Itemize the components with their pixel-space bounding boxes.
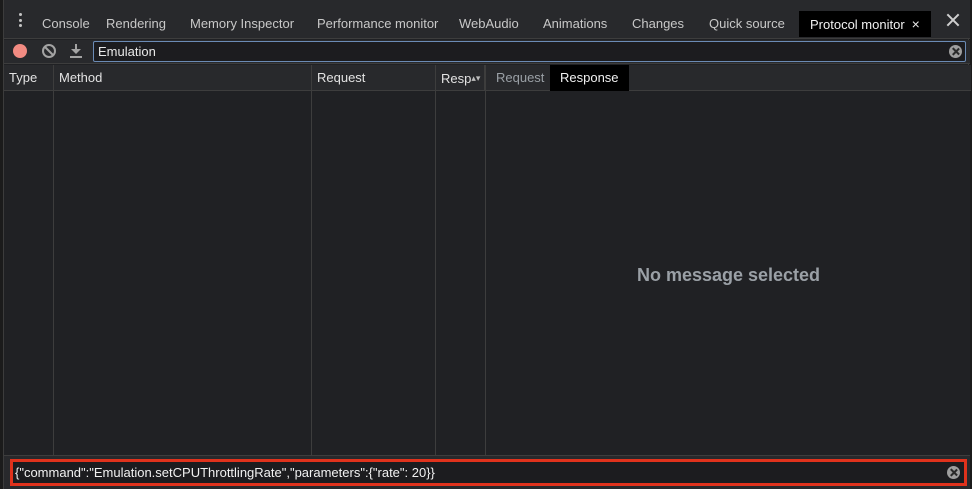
protocol-monitor-toolbar (4, 40, 970, 64)
command-input[interactable] (13, 462, 964, 483)
tab-quick-source[interactable]: Quick source (709, 0, 785, 39)
column-header-response[interactable]: Resp▴▾ (436, 65, 485, 91)
column-divider (311, 91, 312, 455)
tab-animations[interactable]: Animations (543, 0, 607, 39)
tab-protocol-monitor-label: Protocol monitor (810, 17, 905, 32)
tab-console[interactable]: Console (42, 0, 90, 39)
tab-response[interactable]: Response (550, 65, 629, 91)
detail-tabs: Request Response (486, 65, 971, 91)
tab-changes[interactable]: Changes (632, 0, 684, 39)
messages-table: Type Method Request Resp▴▾ (4, 65, 485, 455)
filter-box (93, 41, 966, 62)
column-header-type[interactable]: Type (4, 65, 54, 91)
column-header-response-label: Resp (441, 71, 472, 86)
command-bar (4, 455, 970, 489)
tab-memory-inspector[interactable]: Memory Inspector (190, 0, 294, 39)
tab-webaudio[interactable]: WebAudio (459, 0, 519, 39)
devtools-panel: Console Rendering Memory Inspector Perfo… (3, 0, 971, 489)
close-drawer-icon[interactable] (946, 13, 960, 27)
command-input-box (10, 459, 967, 486)
column-divider (53, 91, 54, 455)
message-detail-pane: Request Response No message selected (485, 65, 971, 455)
more-tabs-icon[interactable] (12, 12, 28, 28)
tab-protocol-monitor[interactable]: Protocol monitor × (799, 11, 931, 37)
empty-state-message: No message selected (636, 265, 821, 285)
column-header-method-label: Method (59, 70, 103, 85)
tab-rendering[interactable]: Rendering (106, 0, 166, 39)
clear-filter-icon[interactable] (949, 45, 962, 58)
column-header-request[interactable]: Request (312, 65, 436, 91)
filter-input[interactable] (94, 42, 965, 61)
save-icon[interactable] (69, 44, 83, 58)
column-header-type-label: Type (9, 70, 38, 85)
clear-icon[interactable] (42, 44, 56, 58)
close-tab-icon[interactable]: × (912, 11, 920, 37)
drawer-tab-bar: Console Rendering Memory Inspector Perfo… (4, 0, 970, 39)
column-header-request-label: Request (317, 70, 366, 85)
sort-icon: ▴▾ (471, 73, 481, 83)
column-divider (435, 91, 436, 455)
column-header-method[interactable]: Method (54, 65, 312, 91)
record-icon[interactable] (13, 44, 27, 58)
tab-request[interactable]: Request (486, 65, 554, 91)
tab-performance-monitor[interactable]: Performance monitor (317, 0, 438, 39)
clear-command-icon[interactable] (947, 466, 960, 479)
